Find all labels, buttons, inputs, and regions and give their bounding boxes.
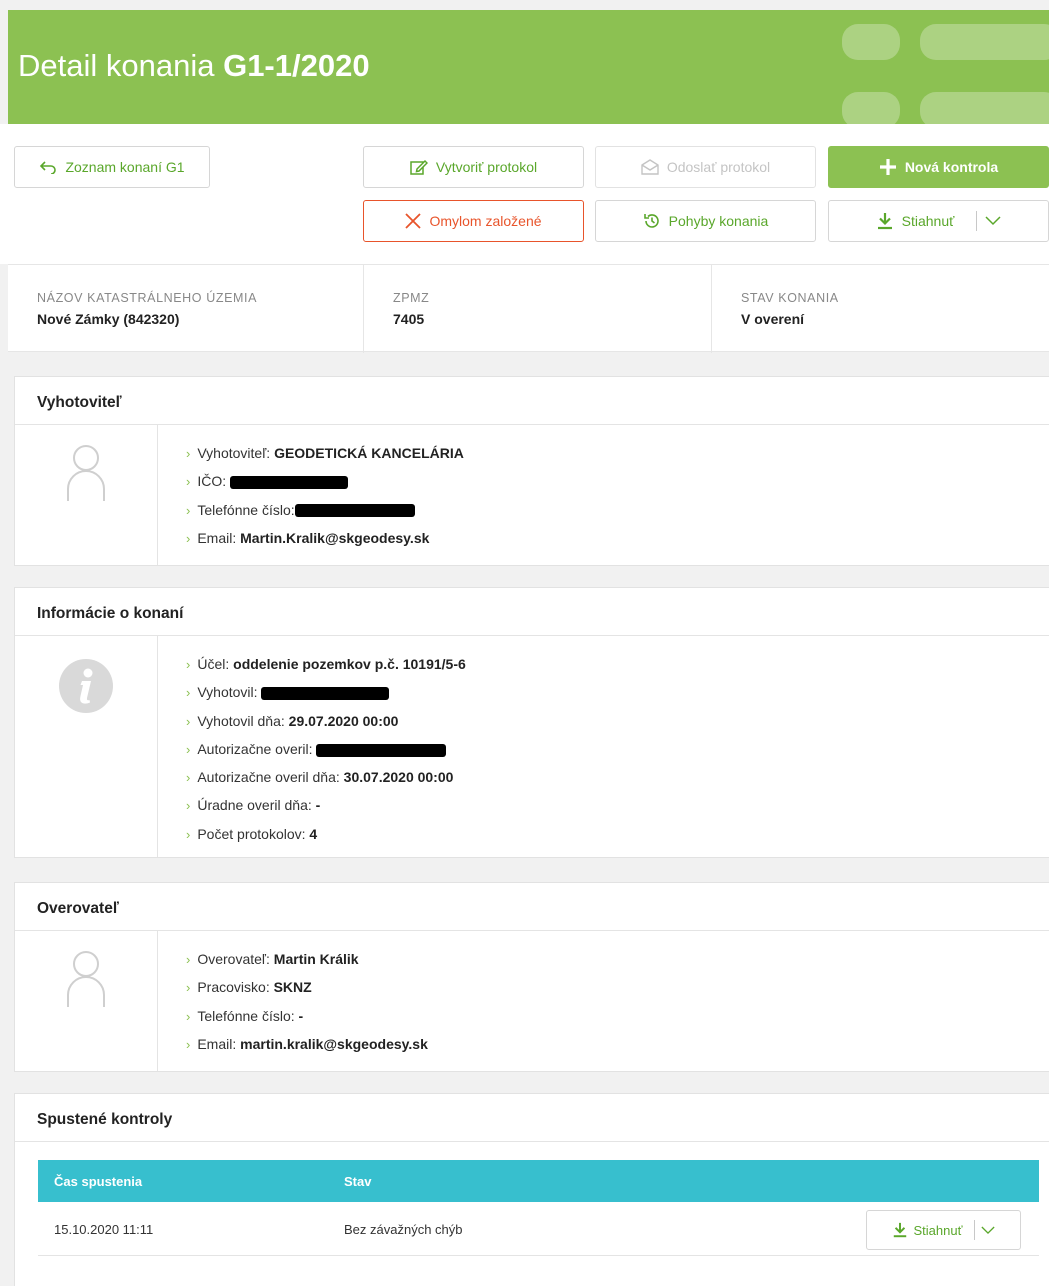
chevron-right-icon: ›	[186, 770, 191, 786]
check-status: Bez závažných chýb	[344, 1222, 463, 1237]
chevron-right-icon: ›	[186, 685, 191, 701]
chevron-right-icon: ›	[186, 980, 191, 996]
proceeding-id: G1-1/2020	[223, 48, 370, 83]
user-icon	[67, 445, 105, 501]
send-protocol-button[interactable]: Odoslať protokol	[595, 146, 816, 188]
checks-card: Spustené kontroly Čas spustenia Stav 15.…	[14, 1093, 1049, 1286]
summary-cadastral-area: Názov katastrálneho územia Nové Zámky (8…	[37, 291, 258, 327]
chevron-right-icon: ›	[186, 530, 191, 546]
redacted-value	[294, 504, 415, 518]
list-item: › Email: Martin.Kralik@skgeodesy.sk	[186, 529, 430, 546]
table-row: 15.10.2020 11:11 Bez závažných chýb Stia…	[38, 1202, 1039, 1256]
chevron-down-icon[interactable]	[985, 216, 1001, 226]
header-decoration	[920, 24, 1049, 60]
list-item: › Účel: oddelenie pozemkov p.č. 10191/5-6	[186, 656, 466, 672]
chevron-right-icon: ›	[186, 1036, 191, 1052]
chevron-right-icon: ›	[186, 798, 191, 814]
history-icon	[643, 212, 661, 230]
info-card: Informácie o konaní › Účel: oddelenie poz…	[14, 587, 1049, 858]
list-item: › Telefónne číslo: -	[186, 1007, 304, 1024]
envelope-icon	[641, 159, 659, 175]
button-separator	[974, 1220, 976, 1240]
verifier-card-title: Overovateľ	[15, 883, 1049, 931]
mistaken-button[interactable]: Omylom založené	[363, 200, 584, 242]
plus-icon	[879, 158, 897, 176]
back-arrow-icon	[39, 160, 57, 174]
checks-card-title: Spustené kontroly	[15, 1094, 1049, 1142]
column-header-time: Čas spustenia	[54, 1174, 143, 1189]
list-item: › Overovateľ: Martin Králik	[186, 951, 359, 967]
close-icon	[405, 213, 422, 229]
list-item: › Počet protokolov: 4	[186, 825, 318, 842]
list-item: › Autorizačne overil dňa: 30.07.2020 00:0…	[186, 769, 454, 786]
download-icon	[876, 212, 894, 230]
list-item: › Pracovisko: SKNZ	[186, 979, 312, 996]
verifier-avatar	[15, 931, 158, 1071]
info-icon-column	[15, 636, 158, 857]
info-card-title: Informácie o konaní	[15, 588, 1049, 636]
list-item: › Email: martin.kralik@skgeodesy.sk	[186, 1035, 428, 1052]
redacted-value	[316, 743, 447, 757]
header-decoration	[842, 92, 900, 124]
column-header-status: Stav	[344, 1174, 372, 1189]
redacted-value	[261, 687, 390, 701]
redacted-value	[230, 476, 349, 490]
page-header: Detail konania G1-1/2020	[8, 10, 1049, 124]
chevron-right-icon: ›	[186, 826, 191, 842]
chevron-down-icon[interactable]	[981, 1226, 996, 1235]
header-decoration	[842, 24, 900, 60]
chevron-right-icon: ›	[186, 657, 191, 672]
header-decoration	[920, 92, 1049, 124]
summary-strip: Názov katastrálneho územia Nové Zámky (8…	[8, 264, 1049, 353]
summary-status: Stav konania V overení	[711, 265, 1049, 353]
edit-icon	[410, 158, 428, 176]
list-item: › Autorizačne overil:	[186, 735, 466, 763]
page-title: Detail konania G1-1/2020	[18, 48, 370, 83]
download-button[interactable]: Stiahnuť	[828, 200, 1049, 242]
summary-zpmz: ZPMZ 7405	[363, 265, 711, 353]
producer-card: Vyhotoviteľ › Vyhotoviteľ: GEODETICKÁ KAN…	[14, 376, 1049, 566]
producer-card-title: Vyhotoviteľ	[15, 377, 1049, 425]
row-download-button[interactable]: Stiahnuť	[866, 1210, 1021, 1250]
new-check-button[interactable]: Nová kontrola	[828, 146, 1049, 188]
proceeding-movements-button[interactable]: Pohyby konania	[595, 200, 816, 242]
producer-avatar	[15, 425, 158, 565]
chevron-right-icon: ›	[186, 446, 191, 461]
download-icon	[892, 1222, 908, 1238]
action-bar: Zoznam konaní G1 Vytvoriť protokol Odosl…	[0, 124, 1049, 264]
back-to-list-button[interactable]: Zoznam konaní G1	[14, 146, 210, 188]
list-item: › Vyhotoviteľ: GEODETICKÁ KANCELÁRIA	[186, 445, 464, 461]
chevron-right-icon: ›	[186, 474, 191, 490]
info-icon	[59, 659, 113, 713]
chevron-right-icon: ›	[186, 741, 191, 757]
list-item: › Úradne overil dňa: -	[186, 797, 321, 814]
list-item: › IČO:	[186, 467, 464, 495]
user-icon	[67, 951, 105, 1007]
list-item: › Telefónne číslo:	[186, 496, 464, 524]
chevron-right-icon: ›	[186, 502, 191, 518]
create-protocol-button[interactable]: Vytvoriť protokol	[363, 146, 584, 188]
checks-table-header: Čas spustenia Stav	[38, 1160, 1039, 1202]
check-time: 15.10.2020 11:11	[54, 1222, 154, 1237]
list-item: › Vyhotovil dňa: 29.07.2020 00:00	[186, 712, 399, 729]
button-separator	[976, 211, 978, 231]
chevron-right-icon: ›	[186, 952, 191, 967]
verifier-card: Overovateľ › Overovateľ: Martin Králik › P…	[14, 882, 1049, 1072]
list-item: › Vyhotovil:	[186, 678, 466, 706]
chevron-right-icon: ›	[186, 1008, 191, 1024]
chevron-right-icon: ›	[186, 713, 191, 729]
